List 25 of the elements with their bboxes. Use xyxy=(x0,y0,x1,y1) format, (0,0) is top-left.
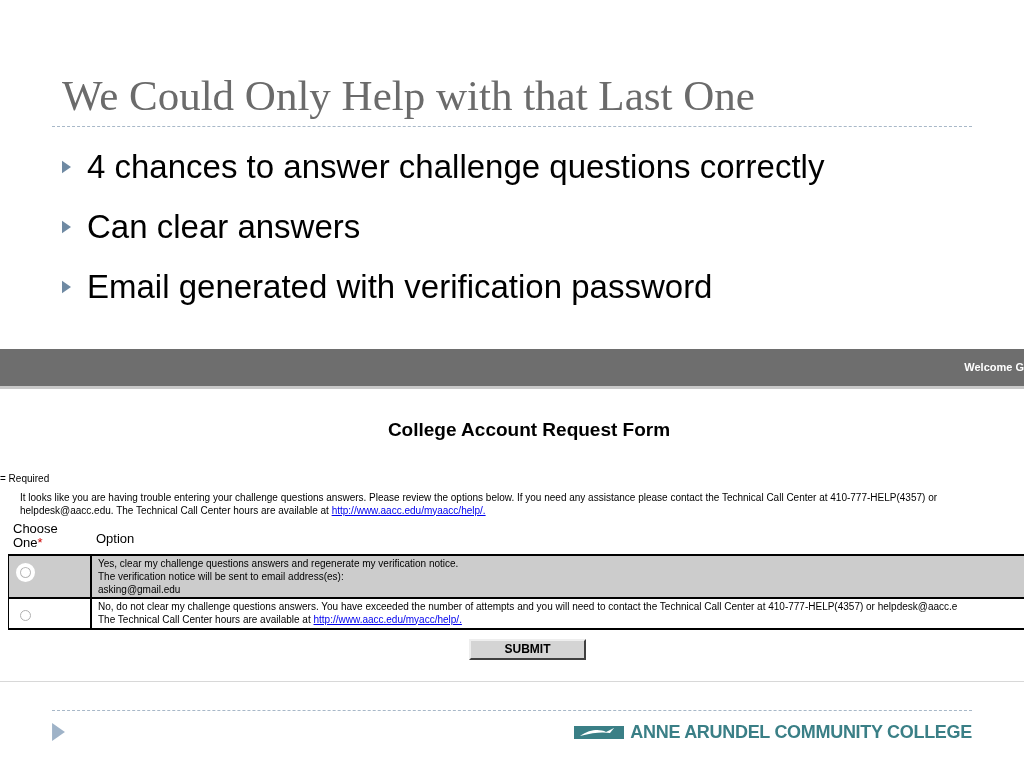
column-header: Option xyxy=(95,531,135,548)
radio-button[interactable] xyxy=(20,566,31,578)
radio-button[interactable] xyxy=(20,609,31,621)
submit-button[interactable]: SUBMIT xyxy=(469,638,586,660)
slide-title: We Could Only Help with that Last One xyxy=(62,72,755,120)
bullet-icon xyxy=(62,280,71,294)
option-text: No, do not clear my challenge questions answers. You have exceeded the number of attempts and you will need to contact the Technical Call Center at 410-777-HELP(4357) or helpdesk@aacc.e The Technical Call Center hours are available at http://www.aacc.edu/myacc/help/. xyxy=(97,599,958,627)
help-link[interactable]: http://www.aacc.edu/myaacc/help/. xyxy=(331,504,486,516)
required-note: = Required xyxy=(0,472,50,485)
option-row[interactable]: Yes, clear my challenge questions answers and regenerate my verification notice. The verification notice will be sent to email address(es): asking@gmail.edu xyxy=(8,555,1024,599)
bullet-text: Email generated with verification password xyxy=(87,267,713,307)
intro-paragraph: It looks like you are having trouble entering your challenge questions answers. Please review the options below. If you need any assistance please contact the Technical Call Center at 410-777-HELP(4357) or helpdesk@aacc.edu. The Technical Call Center hours are available at http://www.aacc.edu/myaacc/help/. xyxy=(20,490,938,517)
bullet-text: 4 chances to answer challenge questions correctly xyxy=(87,147,825,187)
bullet-text: Can clear answers xyxy=(87,207,361,247)
bullet-icon xyxy=(62,160,71,174)
column-header: Choose One* xyxy=(13,521,59,550)
option-text: Yes, clear my challenge questions answers and regenerate my verification notice. The verification notice will be sent to email address(es): asking@gmail.edu xyxy=(97,556,459,597)
welcome-text: Welcome G xyxy=(964,360,1024,376)
logo-icon xyxy=(574,725,625,739)
logo-text: ANNE ARUNDEL COMMUNITY COLLEGE xyxy=(630,722,972,742)
option-row[interactable] xyxy=(8,598,1024,630)
nav-triangle-icon xyxy=(52,723,65,741)
form-title: College Account Request Form xyxy=(387,418,671,442)
help-link[interactable]: http://www.aacc.edu/myacc/help/. xyxy=(313,613,462,625)
bullet-icon xyxy=(62,220,71,234)
